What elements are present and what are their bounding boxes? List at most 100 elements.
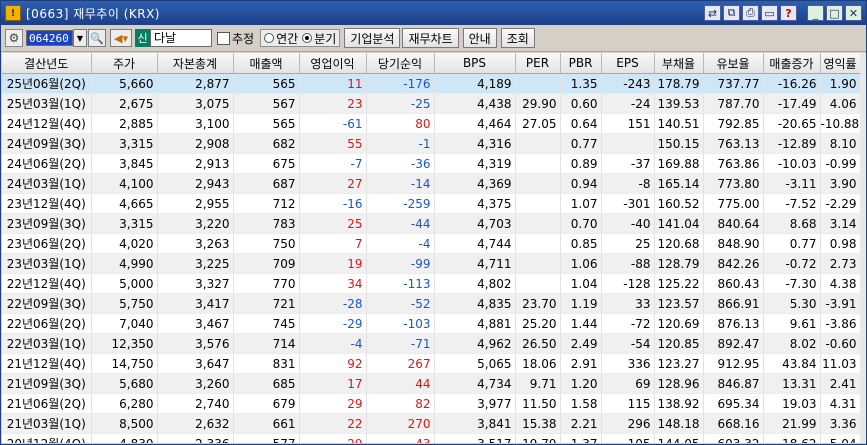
table-cell: -29 <box>299 313 367 334</box>
table-cell: 69 <box>601 373 655 394</box>
copy-icon[interactable]: ⧉ <box>723 5 740 21</box>
table-cell: 8.02 <box>763 333 821 354</box>
table-cell: 687 <box>233 173 300 194</box>
column-header[interactable]: 자본총계 <box>157 53 234 74</box>
maximize-button[interactable]: □ <box>826 5 843 21</box>
table-cell: 5,680 <box>91 373 158 394</box>
table-cell: -16.26 <box>763 73 821 94</box>
annual-radio[interactable] <box>264 33 275 43</box>
link-icon[interactable]: ⇄ <box>704 5 721 21</box>
search-button[interactable]: 조회 <box>500 28 535 48</box>
table-cell <box>515 193 561 214</box>
table-cell: 842.26 <box>703 253 764 274</box>
table-cell: -16 <box>299 193 367 214</box>
table-cell: 709 <box>233 253 300 274</box>
table-cell: 128.96 <box>654 373 704 394</box>
table-row[interactable]: 21년12월(4Q) 14,750 3,647 831 92 267 5,065 18.06 2… <box>2 353 861 374</box>
table-row[interactable]: 22년06월(2Q) 7,040 3,467 745 -29 -103 4,881 25.20… <box>2 313 861 334</box>
estimate-checkbox[interactable]: 추정 <box>217 30 254 47</box>
financial-chart-button[interactable]: 재무차트 <box>402 28 459 48</box>
table-cell: 866.91 <box>703 293 764 314</box>
column-header[interactable]: 매출액 <box>233 53 300 74</box>
table-row[interactable]: 24년03월(1Q) 4,100 2,943 687 27 -14 4,369 0.94 -8 1… <box>2 173 861 194</box>
table-cell: 4,802 <box>434 273 516 294</box>
column-header[interactable]: 유보율 <box>703 53 764 74</box>
table-cell: 695.34 <box>703 393 764 414</box>
screen-icon[interactable]: ▭ <box>761 5 778 21</box>
table-cell: 2,336 <box>157 433 234 443</box>
table-row[interactable]: 21년09월(3Q) 5,680 3,260 685 17 44 4,734 9.71 1.20… <box>2 373 861 394</box>
table-row[interactable]: 22년12월(4Q) 5,000 3,327 770 34 -113 4,802 1.04 -1… <box>2 273 861 294</box>
column-header[interactable]: 결산년도 <box>2 53 92 74</box>
table-row[interactable]: 22년03월(1Q) 12,350 3,576 714 -4 -71 4,962 26.50 2… <box>2 333 861 354</box>
table-cell: 21년03월(1Q) <box>2 413 92 434</box>
quarter-radio[interactable] <box>302 33 313 43</box>
minimize-button[interactable]: _ <box>807 5 824 21</box>
close-button[interactable]: ✕ <box>845 5 862 21</box>
table-cell: -99 <box>366 253 435 274</box>
column-header[interactable]: 부채율 <box>654 53 704 74</box>
search-icon[interactable]: 🔍 <box>88 29 106 47</box>
table-cell: -176 <box>366 73 435 94</box>
chevron-down-icon[interactable]: ▼ <box>73 29 87 47</box>
table-cell: 2,877 <box>157 73 234 94</box>
table-cell: 3,075 <box>157 93 234 114</box>
table-cell: 21년12월(4Q) <box>2 353 92 374</box>
table-row[interactable]: 22년09월(3Q) 5,750 3,417 721 -28 -52 4,835 23.70 1… <box>2 293 861 314</box>
table-row[interactable]: 21년06월(2Q) 6,280 2,740 679 29 82 3,977 11.50 1.5… <box>2 393 861 414</box>
company-analysis-button[interactable]: 기업분석 <box>344 28 401 48</box>
table-cell: 3,315 <box>91 133 158 154</box>
table-row[interactable]: 24년06월(2Q) 3,845 2,913 675 -7 -36 4,319 0.89 -37… <box>2 153 861 174</box>
table-row[interactable]: 25년03월(1Q) 2,675 3,075 567 23 -25 4,438 29.90 0.… <box>2 93 861 114</box>
table-cell: 770 <box>233 273 300 294</box>
table-cell: -14 <box>366 173 435 194</box>
table-cell: 267 <box>366 353 435 374</box>
gear-icon[interactable]: ⚙ <box>5 29 23 47</box>
table-row[interactable]: 23년09월(3Q) 3,315 3,220 783 25 -44 4,703 0.70 -40… <box>2 213 861 234</box>
table-cell: -113 <box>366 273 435 294</box>
table-cell: 1.35 <box>560 73 602 94</box>
table-cell: 115 <box>601 393 655 414</box>
stock-code-input[interactable]: 064260 <box>26 30 73 46</box>
column-header[interactable]: EPS <box>601 53 655 74</box>
column-header[interactable]: 당기순익 <box>366 53 435 74</box>
help-icon[interactable]: ? <box>780 5 797 21</box>
table-cell <box>515 133 561 154</box>
column-header[interactable]: PER <box>515 53 561 74</box>
table-cell: 22년12월(4Q) <box>2 273 92 294</box>
table-cell: 577 <box>233 433 300 443</box>
checkbox-box[interactable] <box>217 31 230 45</box>
table-row[interactable]: 20년12월(4Q)4,8302,33657729433,51719.791.3… <box>2 433 861 443</box>
table-row[interactable]: 25년06월(2Q) 5,660 2,877 565 11 -176 4,189 1.35 -2… <box>2 73 861 94</box>
column-header[interactable]: 매출증가 <box>763 53 821 74</box>
print-icon[interactable]: ⎙ <box>742 5 759 21</box>
table-cell <box>601 133 655 154</box>
table-row[interactable]: 24년12월(4Q) 2,885 3,100 565 -61 80 4,464 27.05 0.… <box>2 113 861 134</box>
table-row[interactable]: 23년06월(2Q) 4,020 3,263 750 7 -4 4,744 0.85 25 120… <box>2 233 861 254</box>
table-cell: 773.80 <box>703 173 764 194</box>
table-cell: -20.65 <box>763 113 821 134</box>
table-row[interactable]: 21년03월(1Q) 8,500 2,632 661 22 270 3,841 15.38 2.… <box>2 413 861 434</box>
table-cell: 4,464 <box>434 113 516 134</box>
column-header[interactable]: 주가 <box>91 53 158 74</box>
vertical-scrollbar[interactable] <box>860 53 866 443</box>
column-header[interactable]: BPS <box>434 53 516 74</box>
column-header[interactable]: 영업이익 <box>299 53 367 74</box>
table-cell: 120.68 <box>654 233 704 254</box>
table-row[interactable]: 24년09월(3Q) 3,315 2,908 682 55 -1 4,316 0.77 150.… <box>2 133 861 154</box>
table-cell: 603.32 <box>703 433 764 443</box>
table-row[interactable]: 23년03월(1Q) 4,990 3,225 709 19 -99 4,711 1.06 -88… <box>2 253 861 274</box>
toolbar: ⚙ 064260 ▼ 🔍 ◀▾ 신 다날 추정 연간 분기 기업분석 재무차트 … <box>1 25 866 52</box>
table-header: 결산년도 주가 자본총계 매출액 영업이익 당기순익 BPS PER PBR EPS 부채율 유보율 매… <box>2 53 861 74</box>
column-header[interactable]: PBR <box>560 53 602 74</box>
table-cell: 0.70 <box>560 213 602 234</box>
table-row[interactable]: 23년12월(4Q) 4,665 2,955 712 -16 -259 4,375 1.07-… <box>2 193 861 214</box>
table-cell: 2,913 <box>157 153 234 174</box>
speaker-icon[interactable]: ◀▾ <box>110 29 132 47</box>
table-cell: 2.49 <box>560 333 602 354</box>
column-header[interactable]: 영익률 <box>820 53 861 74</box>
table-cell: 140.51 <box>654 113 704 134</box>
table-cell: 17 <box>299 373 367 394</box>
guide-button[interactable]: 안내 <box>462 28 497 48</box>
table-cell: 9.71 <box>515 373 561 394</box>
